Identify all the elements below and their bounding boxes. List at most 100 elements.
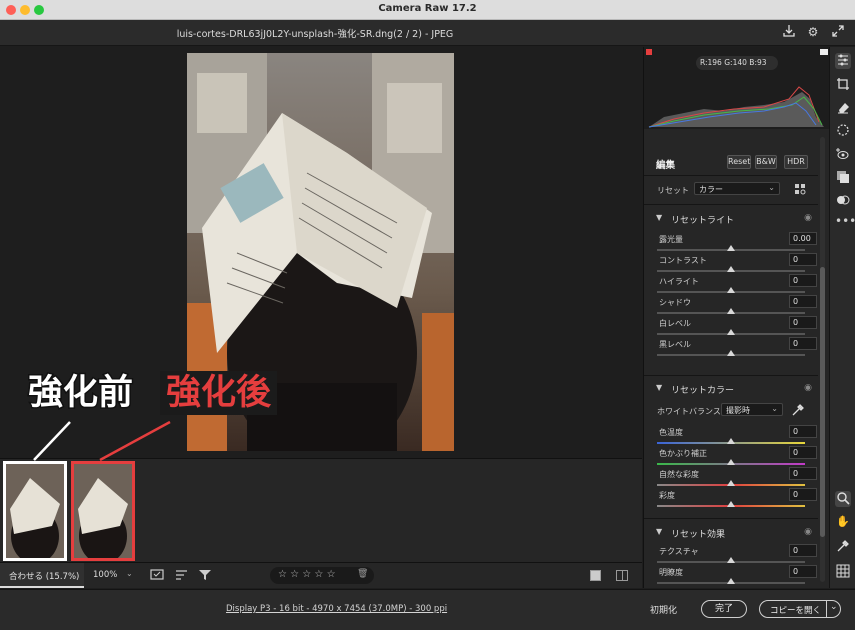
workflow-options-link[interactable]: Display P3 - 16 bit - 4970 x 7454 (37.0M… (226, 604, 447, 614)
slider-value-input[interactable]: 0 (789, 316, 817, 329)
edit-sliders-icon[interactable] (835, 53, 851, 69)
slider-thumb[interactable] (727, 480, 735, 486)
eye-icon[interactable]: ◉ (804, 213, 812, 223)
rgb-readout: R:196 G:140 B:93 (696, 56, 778, 70)
section-light-header[interactable]: ▼ リセットライト ◉ (644, 209, 818, 229)
slider-value-input[interactable]: 0 (789, 253, 817, 266)
slider-value-input[interactable]: 0 (789, 544, 817, 557)
chevron-down-icon: ▼ (656, 383, 663, 392)
presets-icon[interactable] (835, 193, 851, 209)
chevron-down-icon: ⌄ (768, 183, 775, 192)
profile-browser-icon[interactable] (794, 183, 806, 195)
color-sampler-icon[interactable] (835, 539, 851, 555)
slider-label: 彩度 (659, 491, 675, 500)
more-icon[interactable]: ••• (835, 213, 855, 229)
edit-panel: R:196 G:140 B:93 編集 Reset B&W HDR リセット カ… (643, 47, 829, 588)
single-view-icon[interactable] (590, 570, 601, 581)
mask-icon[interactable] (835, 123, 851, 139)
bw-button[interactable]: B&W (755, 155, 777, 169)
zoom-100-button[interactable]: 100% (93, 570, 117, 580)
hand-tool-icon[interactable]: ✋ (835, 514, 851, 530)
slider-label: 白レベル (659, 319, 691, 328)
eraser-icon[interactable] (835, 100, 851, 116)
rating-stars[interactable]: ☆ ☆ ☆ ☆ ☆ 🗑 (270, 567, 374, 584)
wb-select[interactable]: 撮影時 ⌄ (721, 403, 783, 416)
reset-button[interactable]: Reset (727, 155, 751, 169)
slider-label: 自然な彩度 (659, 470, 699, 479)
copy-open-label: コピーを開く (770, 606, 822, 616)
save-icon[interactable] (781, 24, 797, 40)
edit-title: 編集 (656, 160, 676, 171)
slider-value-input[interactable]: 0 (789, 295, 817, 308)
slider-value-input[interactable]: 0 (789, 337, 817, 350)
zoom-tool-icon[interactable] (835, 491, 851, 507)
redeye-icon[interactable] (835, 147, 851, 163)
fit-zoom-button[interactable]: 合わせる (15.7%) (0, 563, 84, 588)
tool-strip: ••• ✋ (829, 47, 855, 588)
panel-scrollbar[interactable] (820, 137, 825, 582)
slider-thumb[interactable] (727, 287, 735, 293)
g-value: 140 (732, 58, 747, 67)
filmstrip (0, 458, 642, 562)
fullscreen-icon[interactable] (830, 24, 846, 40)
section-light-title: リセットライト (671, 216, 735, 226)
slider-thumb[interactable] (727, 308, 735, 314)
eyedropper-icon[interactable] (791, 403, 805, 417)
snapshots-icon[interactable] (835, 170, 851, 186)
grid-icon[interactable] (835, 564, 851, 580)
slider-value-input[interactable]: 0 (789, 274, 817, 287)
slider-label: 色かぶり補正 (659, 449, 707, 458)
trash-icon[interactable]: 🗑 (357, 569, 368, 579)
filter-icon[interactable] (198, 568, 212, 582)
chevron-down-icon: ▼ (656, 527, 663, 536)
slider-thumb[interactable] (727, 329, 735, 335)
eye-icon[interactable]: ◉ (804, 383, 812, 393)
eye-icon[interactable]: ◉ (804, 527, 812, 537)
section-color-header[interactable]: ▼ リセットカラー ◉ (644, 379, 818, 399)
crop-icon[interactable] (835, 77, 851, 93)
slider-thumb[interactable] (727, 459, 735, 465)
copy-open-button[interactable]: コピーを開く ⌄ (759, 600, 841, 618)
file-header: luis-cortes-DRL63jJ0L2Y-unsplash-強化-SR.d… (0, 20, 855, 46)
app-title: Camera Raw 17.2 (378, 3, 477, 14)
before-label: 強化前 (26, 372, 134, 415)
compare-view-icon[interactable] (616, 570, 628, 581)
chevron-down-icon[interactable]: ⌄ (830, 602, 838, 612)
b-value: 93 (756, 58, 767, 67)
scrollbar-thumb[interactable] (820, 267, 825, 537)
slider-thumb[interactable] (727, 578, 735, 584)
after-label: 強化後 (160, 371, 278, 415)
slider-label: コントラスト (659, 256, 707, 265)
histogram: R:196 G:140 B:93 (644, 47, 829, 129)
slider-value-input[interactable]: 0 (789, 425, 817, 438)
status-bar: Display P3 - 16 bit - 4970 x 7454 (37.0M… (0, 589, 855, 630)
slider-thumb[interactable] (727, 438, 735, 444)
hdr-button[interactable]: HDR (784, 155, 808, 169)
slider-value-input[interactable]: 0 (789, 565, 817, 578)
bottom-toolbar: 合わせる (15.7%) 100% ⌄ ☆ ☆ ☆ ☆ ☆ 🗑 (0, 562, 642, 588)
select-all-icon[interactable] (150, 568, 164, 582)
slider-thumb[interactable] (727, 350, 735, 356)
zoom-dropdown-icon[interactable]: ⌄ (126, 569, 133, 578)
slider-thumb[interactable] (727, 501, 735, 507)
section-effects-header[interactable]: ▼ リセット効果 ◉ (644, 523, 818, 543)
g-label: G: (724, 58, 733, 67)
slider-thumb[interactable] (727, 245, 735, 251)
chevron-down-icon: ⌄ (771, 404, 778, 413)
init-button[interactable]: 初期化 (650, 603, 677, 616)
callout-arrows (33, 420, 171, 462)
thumbnail-after[interactable] (71, 461, 135, 561)
slider-label: テクスチャ (659, 547, 699, 556)
slider-value-input[interactable]: 0 (789, 467, 817, 480)
profile-select[interactable]: カラー ⌄ (694, 182, 780, 195)
sort-icon[interactable] (175, 568, 189, 582)
slider-value-input[interactable]: 0 (789, 488, 817, 501)
stars-label: ☆ ☆ ☆ ☆ ☆ (278, 569, 336, 580)
slider-value-input[interactable]: 0 (789, 446, 817, 459)
gear-icon[interactable]: ⚙ (805, 24, 821, 40)
slider-thumb[interactable] (727, 266, 735, 272)
slider-value-input[interactable]: 0.00 (789, 232, 817, 245)
thumbnail-before[interactable] (3, 461, 67, 561)
done-button[interactable]: 完了 (701, 600, 747, 618)
slider-thumb[interactable] (727, 557, 735, 563)
